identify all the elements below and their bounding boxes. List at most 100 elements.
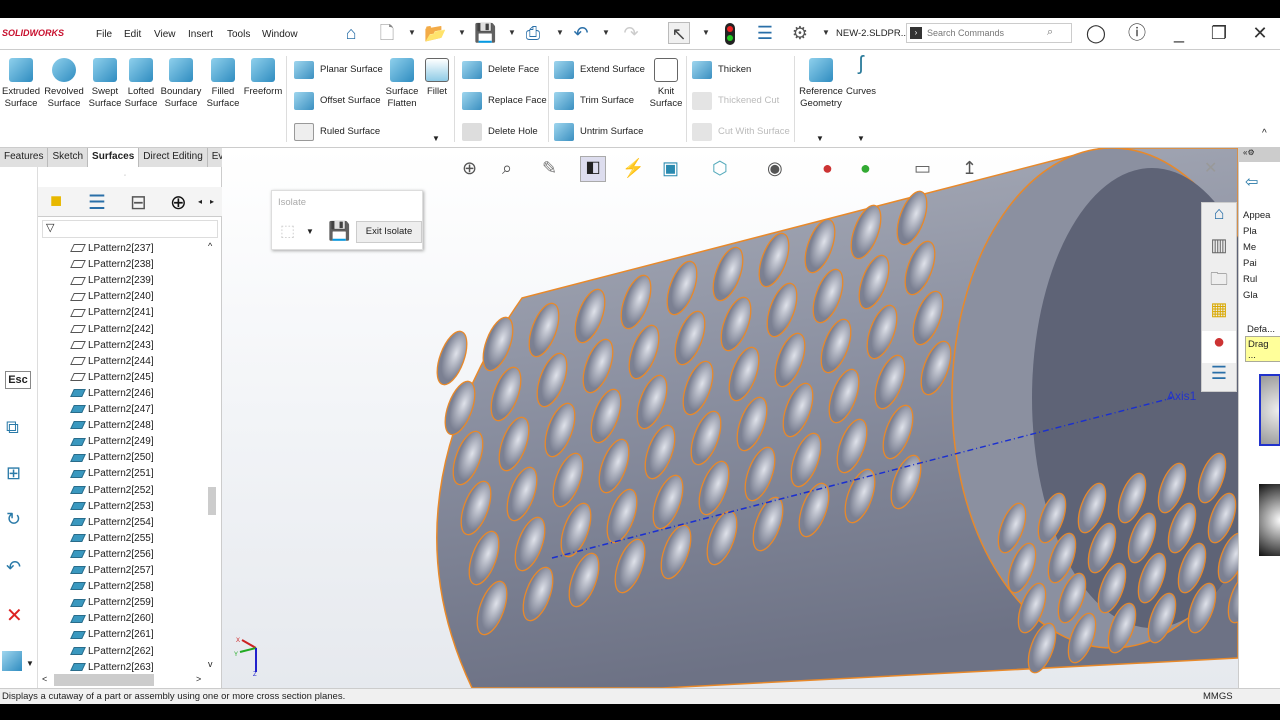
rotate-lock-icon[interactable]: ↻ [6, 509, 21, 530]
save-dropdown[interactable]: ▼ [508, 28, 516, 37]
rebuild-icon[interactable] [725, 23, 735, 45]
save-isolate-icon[interactable]: 💾 [328, 221, 350, 242]
fillet-button[interactable]: Fillet [416, 58, 458, 98]
view-palette-icon[interactable]: ▦ [1202, 299, 1236, 331]
menu-view[interactable]: View [154, 29, 176, 40]
appearances-icon[interactable]: ● [1202, 331, 1236, 363]
tree-item[interactable]: LPattern2[237] [70, 241, 154, 257]
scroll-right-arrow[interactable]: > [196, 674, 201, 684]
esc-button[interactable]: Esc [5, 371, 31, 389]
options-dropdown[interactable]: ▼ [822, 28, 830, 37]
undo-icon[interactable]: ↶ [570, 22, 592, 44]
tree-item[interactable]: LPattern2[259] [70, 595, 154, 611]
appearance-swatch[interactable] [1259, 484, 1280, 556]
previous-view-icon[interactable]: ✎ [542, 158, 557, 179]
cut-with-surface-button[interactable]: Cut With Surface [692, 121, 790, 143]
print-icon[interactable]: ⎙ [522, 22, 544, 44]
freeform-button[interactable]: Freeform [242, 58, 284, 98]
new-document-icon[interactable]: 🗋 [376, 22, 398, 44]
tabs-scroll-left[interactable]: ◂ [198, 197, 202, 206]
tree-item[interactable]: LPattern2[248] [70, 418, 154, 434]
tree-item[interactable]: LPattern2[256] [70, 547, 154, 563]
minimize-button[interactable]: _ [1168, 22, 1190, 44]
appearance-glass[interactable]: Gla [1243, 288, 1270, 304]
tree-item[interactable]: LPattern2[255] [70, 531, 154, 547]
tab-features[interactable]: Features [0, 148, 49, 167]
zoom-window-icon[interactable]: ⧉ [6, 417, 19, 438]
menu-edit[interactable]: Edit [124, 29, 141, 40]
untrim-surface-button[interactable]: Untrim Surface [554, 121, 643, 143]
search-icon[interactable]: ⌕ [1047, 26, 1053, 39]
tab-sketch[interactable]: Sketch [48, 148, 89, 167]
tree-item[interactable]: LPattern2[245] [70, 370, 154, 386]
appearance-swatch-selected[interactable] [1259, 374, 1280, 446]
offset-surface-button[interactable]: Offset Surface [294, 90, 381, 112]
trim-surface-button[interactable]: Trim Surface [554, 90, 634, 112]
resources-home-icon[interactable]: ⌂ [1202, 203, 1236, 235]
tab-surfaces[interactable]: Surfaces [88, 148, 140, 167]
feature-manager-tab-icon[interactable]: ■ [50, 190, 62, 213]
delete-hole-button[interactable]: Delete Hole [462, 121, 538, 143]
menu-file[interactable]: File [96, 29, 112, 40]
menu-window[interactable]: Window [262, 29, 298, 40]
scroll-up-arrow[interactable]: ^ [208, 241, 212, 251]
tree-item[interactable]: LPattern2[260] [70, 611, 154, 627]
open-dropdown[interactable]: ▼ [458, 28, 466, 37]
tree-item[interactable]: LPattern2[239] [70, 273, 154, 289]
reference-geometry-button[interactable]: Reference Geometry [798, 58, 844, 110]
revolved-surface-button[interactable]: Revolved Surface [43, 58, 85, 110]
display-style-icon[interactable]: ⬡ [712, 158, 728, 179]
knit-surface-button[interactable]: Knit Surface [646, 58, 686, 110]
tabs-scroll-right[interactable]: ▸ [210, 197, 214, 206]
tree-item[interactable]: LPattern2[253] [70, 499, 154, 515]
zoom-to-area-icon[interactable]: ⌕ [502, 158, 512, 179]
panel-resize-handle[interactable]: ◦ [124, 173, 126, 179]
restore-button[interactable]: ❐ [1208, 22, 1230, 44]
tree-item[interactable]: LPattern2[241] [70, 305, 154, 321]
extend-surface-button[interactable]: Extend Surface [554, 59, 645, 81]
appearance-rubber[interactable]: Rul [1243, 272, 1270, 288]
thickened-cut-button[interactable]: Thickened Cut [692, 90, 779, 112]
file-explorer-icon[interactable]: 🗀 [1202, 267, 1236, 299]
edit-appearance-icon[interactable]: ● [822, 158, 833, 179]
save-icon[interactable]: 💾 [474, 22, 496, 44]
extruded-surface-button[interactable]: Extruded Surface [0, 58, 42, 110]
tree-item[interactable]: LPattern2[251] [70, 466, 154, 482]
select-dropdown[interactable]: ▼ [702, 28, 710, 37]
back-icon[interactable]: ⇦ [1245, 172, 1258, 192]
ruled-surface-button[interactable]: Ruled Surface [294, 121, 380, 143]
apply-scene-icon[interactable]: ● [860, 158, 871, 179]
file-properties-icon[interactable]: ☰ [754, 22, 776, 44]
tree-item[interactable]: LPattern2[249] [70, 434, 154, 450]
close-viewport-icon[interactable]: ✕ [1204, 158, 1217, 178]
options-gear-icon[interactable]: ⚙ [789, 22, 811, 44]
view-orientation-icon[interactable]: ▣ [662, 158, 679, 179]
appearance-root[interactable]: Appea [1243, 208, 1270, 224]
cancel-icon[interactable]: ✕ [6, 603, 23, 628]
configuration-manager-tab-icon[interactable]: ⊟ [130, 190, 147, 215]
planar-surface-button[interactable]: Planar Surface [294, 59, 383, 81]
open-icon[interactable]: 📂 [424, 22, 446, 44]
curves-button[interactable]: ʃ Curves [842, 54, 880, 98]
hierarchy-icon[interactable]: ⊞ [6, 463, 21, 484]
tree-item[interactable]: LPattern2[243] [70, 338, 154, 354]
view-settings-icon[interactable]: ▭ [914, 158, 931, 179]
appearance-metal[interactable]: Me [1243, 240, 1270, 256]
dimxpert-tab-icon[interactable]: ⊕ [170, 190, 187, 215]
curves-dropdown[interactable]: ▼ [857, 134, 865, 143]
reference-geometry-dropdown[interactable]: ▼ [816, 134, 824, 143]
undo-icon[interactable]: ↶ [6, 557, 21, 578]
lofted-surface-button[interactable]: Lofted Surface [120, 58, 162, 110]
axis-orientation-icon[interactable]: ↥ [962, 158, 977, 179]
tree-item[interactable]: LPattern2[242] [70, 322, 154, 338]
zoom-to-fit-icon[interactable]: ⊕ [462, 158, 477, 179]
menu-tools[interactable]: Tools [227, 29, 250, 40]
print-dropdown[interactable]: ▼ [556, 28, 564, 37]
delete-face-button[interactable]: Delete Face [462, 59, 539, 81]
hide-show-items-icon[interactable]: ◉ [767, 158, 783, 179]
close-button[interactable]: ✕ [1249, 22, 1271, 44]
vertical-scrollbar-thumb[interactable] [208, 487, 216, 515]
boundary-surface-button[interactable]: Boundary Surface [160, 58, 202, 110]
appearance-painted[interactable]: Pai [1243, 256, 1270, 272]
scroll-down-arrow[interactable]: v [208, 659, 213, 669]
